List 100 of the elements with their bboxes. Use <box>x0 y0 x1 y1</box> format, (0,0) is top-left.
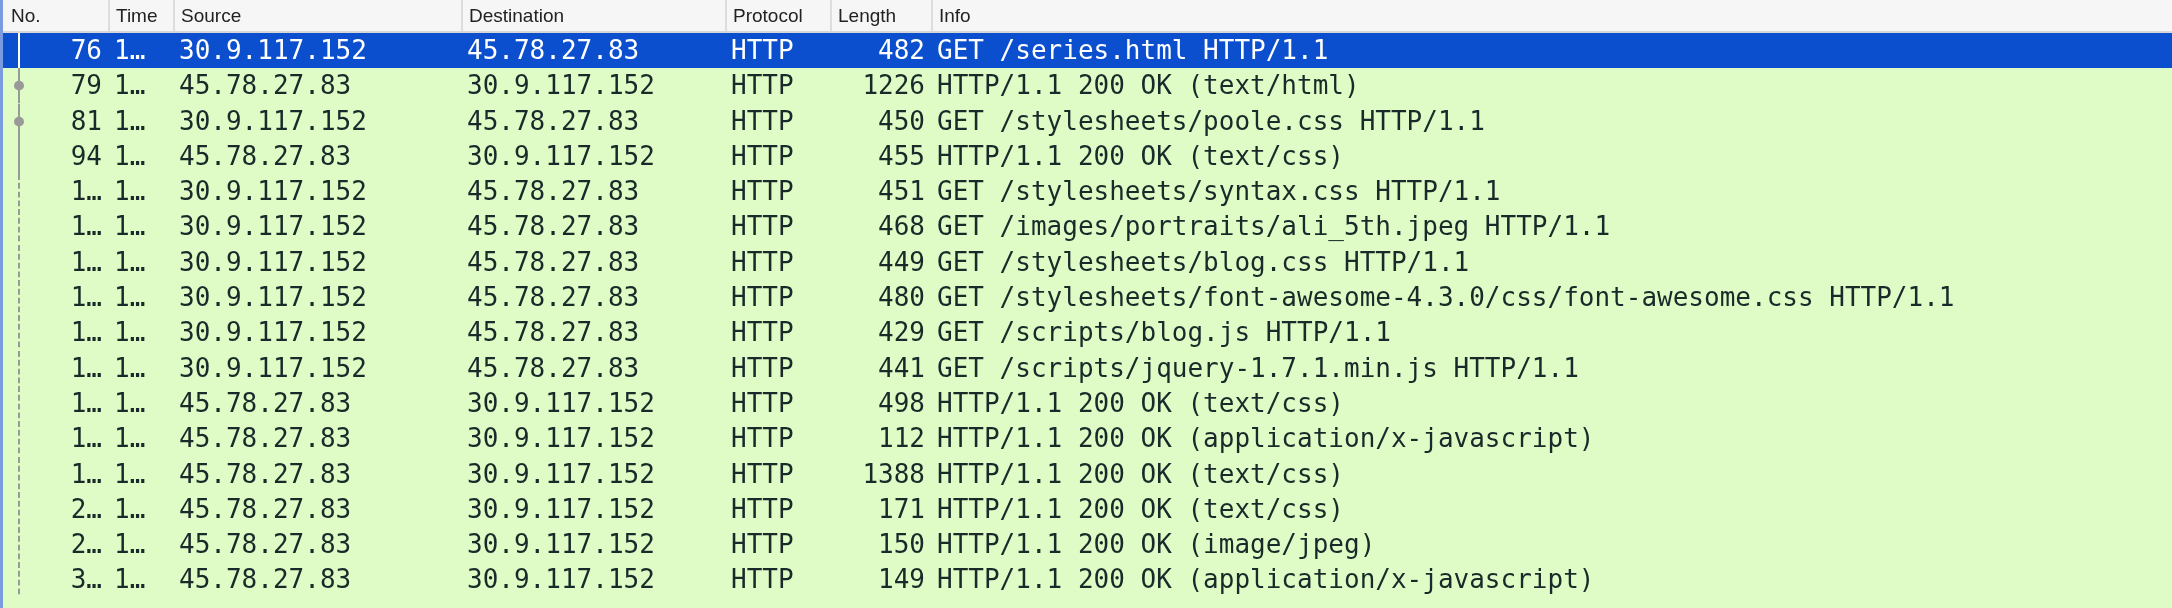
packet-row[interactable]: 76 1… 30.9.117.152 45.78.27.83 HTTP 482 GET /series.html HTTP/1.1 <box>3 33 2172 69</box>
table-cell-text: 45.78.27.83 <box>178 386 353 420</box>
table-cell-text: 30.9.117.152 <box>178 281 368 315</box>
table-cell-text: HTTP <box>730 316 795 350</box>
table-cell-text: 1… <box>69 210 103 244</box>
table-cell-text: HTTP <box>730 422 795 456</box>
table-cell-text: HTTP <box>730 528 795 562</box>
table-cell-text: 1… <box>113 528 147 562</box>
table-cell-text: GET /stylesheets/font-awesome-4.3.0/css/font-awesome.css HTTP/1.1 <box>936 281 1956 315</box>
table-cell-text: 45.78.27.83 <box>178 69 353 103</box>
table-cell-text: 451 <box>877 175 926 209</box>
table-cell-text: 3… <box>69 563 103 597</box>
table-cell-text: 1… <box>113 34 147 67</box>
table-cell-text: 1… <box>69 245 103 279</box>
table-cell-text: 1… <box>69 175 103 209</box>
table-cell-text: HTTP <box>730 69 795 103</box>
table-cell-text: HTTP <box>730 245 795 279</box>
table-cell-text: 45.78.27.83 <box>178 139 353 173</box>
column-header[interactable]: Info <box>931 0 2172 31</box>
table-cell-text: HTTP <box>730 34 795 67</box>
table-cell-text: 2… <box>69 528 103 562</box>
column-header[interactable]: No. <box>3 0 108 31</box>
table-cell-text: 30.9.117.152 <box>178 175 368 209</box>
table-cell-text: 441 <box>877 351 926 385</box>
table-cell-text: 45.78.27.83 <box>178 492 353 526</box>
table-cell-text: 1… <box>113 563 147 597</box>
table-cell-text: 112 <box>877 422 926 456</box>
table-cell-text: HTTP/1.1 200 OK (text/css) <box>936 139 1345 173</box>
table-cell-text: 45.78.27.83 <box>466 104 641 138</box>
table-cell-text: 171 <box>877 492 926 526</box>
table-cell-text: 498 <box>877 386 926 420</box>
table-cell-text: 1… <box>69 386 103 420</box>
table-cell-text: 45.78.27.83 <box>466 316 641 350</box>
table-cell-text: GET /scripts/jquery-1.7.1.min.js HTTP/1.1 <box>936 351 1580 385</box>
table-cell-text: 30.9.117.152 <box>178 34 368 67</box>
table-cell-text: 455 <box>877 139 926 173</box>
table-cell-text: 480 <box>877 281 926 315</box>
table-cell-text: GET /series.html HTTP/1.1 <box>936 34 1330 67</box>
table-cell-text: HTTP/1.1 200 OK (text/html) <box>936 69 1361 103</box>
table-cell-text: HTTP/1.1 200 OK (text/css) <box>936 386 1345 420</box>
table-cell-text: 1… <box>113 351 147 385</box>
table-cell-text: 1… <box>69 422 103 456</box>
table-cell-text: GET /stylesheets/syntax.css HTTP/1.1 <box>936 175 1502 209</box>
table-cell-text: 482 <box>877 34 926 67</box>
table-cell-text: HTTP <box>730 281 795 315</box>
table-cell-text: 30.9.117.152 <box>178 351 368 385</box>
table-cell-text: 30.9.117.152 <box>466 457 656 491</box>
table-cell-text: 1… <box>113 245 147 279</box>
table-cell-text: 30.9.117.152 <box>466 422 656 456</box>
table-cell-text: HTTP <box>730 492 795 526</box>
table-cell-text: 45.78.27.83 <box>466 245 641 279</box>
column-header[interactable]: Length <box>830 0 931 31</box>
table-cell-text: HTTP <box>730 457 795 491</box>
table-cell-text: 1… <box>113 210 147 244</box>
table-cell-text: 81 <box>69 104 103 138</box>
table-cell-text: 149 <box>877 563 926 597</box>
table-cell-text: 1… <box>113 422 147 456</box>
table-cell-text: GET /stylesheets/blog.css HTTP/1.1 <box>936 245 1471 279</box>
table-cell-text: 1… <box>113 175 147 209</box>
column-header[interactable]: Destination <box>461 0 725 31</box>
table-cell-text: 30.9.117.152 <box>466 528 656 562</box>
table-cell-text: 79 <box>69 69 103 103</box>
table-cell-text: HTTP/1.1 200 OK (text/css) <box>936 492 1345 526</box>
table-cell-text: HTTP <box>730 104 795 138</box>
table-cell-text: 1… <box>113 281 147 315</box>
table-cell-text: 1226 <box>861 69 926 103</box>
table-cell-text: 94 <box>69 139 103 173</box>
table-cell-text: 1… <box>113 316 147 350</box>
table-cell-text: 30.9.117.152 <box>466 386 656 420</box>
table-cell-text: 1… <box>69 351 103 385</box>
table-cell-text: 30.9.117.152 <box>178 104 368 138</box>
table-cell-text: 30.9.117.152 <box>178 245 368 279</box>
table-cell-text: 30.9.117.152 <box>178 316 368 350</box>
table-cell-text: HTTP/1.1 200 OK (text/css) <box>936 457 1345 491</box>
table-cell-text: 1… <box>113 492 147 526</box>
table-cell-text: 45.78.27.83 <box>466 34 641 67</box>
table-cell-text: 1… <box>113 457 147 491</box>
table-cell-text: 45.78.27.83 <box>178 457 353 491</box>
table-cell-text: 429 <box>877 316 926 350</box>
table-cell-text: 2… <box>69 492 103 526</box>
table-cell-text: HTTP/1.1 200 OK (application/x-javascript) <box>936 422 1596 456</box>
column-header[interactable]: Protocol <box>725 0 830 31</box>
column-header[interactable]: Source <box>173 0 461 31</box>
column-header[interactable]: Time <box>108 0 173 31</box>
table-cell-text: 1… <box>69 281 103 315</box>
table-cell-text: 45.78.27.83 <box>466 281 641 315</box>
table-cell-text: 30.9.117.152 <box>178 210 368 244</box>
table-cell-text: 30.9.117.152 <box>466 563 656 597</box>
table-cell-text: 468 <box>877 210 926 244</box>
table-cell-text: 1… <box>113 104 147 138</box>
table-cell-text: 45.78.27.83 <box>178 563 353 597</box>
table-cell-text: 45.78.27.83 <box>466 175 641 209</box>
table-cell-text: 450 <box>877 104 926 138</box>
table-cell-text: 150 <box>877 528 926 562</box>
table-cell-text: HTTP <box>730 563 795 597</box>
table-cell-text: HTTP <box>730 351 795 385</box>
table-cell-text: 45.78.27.83 <box>466 351 641 385</box>
table-cell-text: 1… <box>69 316 103 350</box>
table-cell-text: 30.9.117.152 <box>466 492 656 526</box>
table-cell-text: GET /images/portraits/ali_5th.jpeg HTTP/1.1 <box>936 210 1612 244</box>
